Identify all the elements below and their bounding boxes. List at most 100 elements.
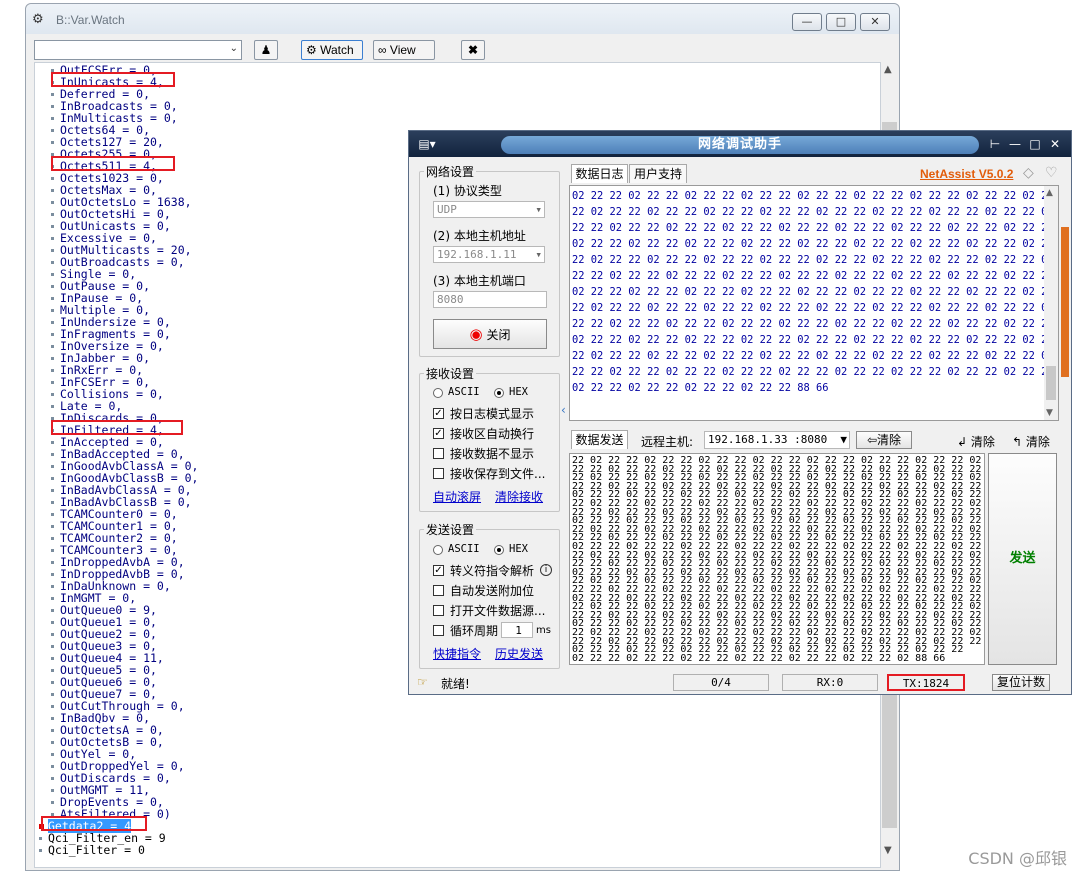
highlight-octets511	[51, 156, 175, 171]
scroll-up-icon[interactable]: ▲	[1046, 188, 1053, 198]
view-button[interactable]: ∞ View	[373, 40, 435, 60]
remote-host-label: 远程主机:	[641, 435, 694, 449]
clear-tx-button[interactable]: ↲ 清除	[957, 433, 995, 450]
maximize-button[interactable]: □	[826, 13, 856, 31]
minimize-button[interactable]: —	[792, 13, 822, 31]
receive-row: 22 22 02 22 22 02 22 22 02 22 22 02 22 2…	[572, 222, 1054, 234]
scroll-down-icon[interactable]: ▼	[1046, 408, 1053, 418]
diamond-icon[interactable]: ◇	[1023, 165, 1034, 181]
delete-icon[interactable]: ✖	[461, 40, 485, 60]
send-opt4-checkbox[interactable]	[433, 625, 444, 636]
watch-button[interactable]: ⚙ Watch	[301, 40, 363, 60]
watch-icon: ⚙	[306, 43, 317, 57]
tree-node-icon	[51, 441, 54, 444]
host-value: 192.168.1.11	[437, 248, 517, 261]
tree-node-icon	[51, 465, 54, 468]
pin-icon[interactable]: ⊢	[987, 136, 1003, 152]
scroll-up-icon[interactable]: ▲	[884, 64, 892, 75]
recv-hex-radio[interactable]	[494, 388, 504, 398]
receive-scrollbar[interactable]: ▲ ▼	[1044, 186, 1058, 420]
remote-host-select[interactable]: 192.168.1.33 :8080 ▼	[704, 431, 850, 449]
recv-opt2-checkbox[interactable]: ✓	[433, 428, 444, 439]
close-button[interactable]: ✕	[1047, 136, 1063, 152]
port-input[interactable]: 8080	[433, 291, 547, 308]
receive-area[interactable]: 02 22 22 02 22 22 02 22 22 02 22 22 02 2…	[569, 185, 1059, 421]
tree-node-icon	[51, 741, 54, 744]
receive-row: 02 22 22 02 22 22 02 22 22 02 22 22 02 2…	[572, 190, 1054, 202]
tree-node-icon	[51, 309, 54, 312]
tree-node-icon	[51, 609, 54, 612]
protocol-select[interactable]: UDP ▾	[433, 201, 545, 218]
tree-node-icon	[51, 753, 54, 756]
send-area[interactable]: 22 02 22 22 02 22 22 02 22 22 02 22 22 0…	[569, 453, 985, 665]
send-ascii-label: ASCII	[448, 543, 480, 555]
recv-opt4-checkbox[interactable]	[433, 468, 444, 479]
send-opt3-checkbox[interactable]	[433, 605, 444, 616]
expression-combo[interactable]: ⌄	[34, 40, 242, 60]
send-button[interactable]: 发送	[988, 453, 1057, 665]
clear-remote-button[interactable]: ⇦清除	[856, 431, 912, 449]
close-connection-button[interactable]: ◉ 关闭	[433, 319, 547, 349]
watch-root-line[interactable]: Qci_Filter = 0	[39, 844, 145, 856]
chevron-down-icon: ▾	[535, 248, 542, 261]
send-opt1-checkbox[interactable]: ✓	[433, 565, 444, 576]
arrow-up-icon: ↰	[1012, 435, 1023, 449]
brand-version[interactable]: NetAssist V5.0.2	[920, 167, 1013, 181]
tree-node-icon	[51, 777, 54, 780]
tree-node-icon	[51, 189, 54, 192]
scroll-down-icon[interactable]: ▼	[884, 845, 892, 856]
netassist-window: ▤▾ 网络调试助手 ⊢ — □ ✕ 网络设置 (1) 协议类型 UDP ▾ (2)…	[408, 130, 1072, 695]
auto-scroll-link[interactable]: 自动滚屏	[433, 488, 481, 505]
tree-node-icon	[51, 801, 54, 804]
tree-node-icon	[51, 597, 54, 600]
maximize-button[interactable]: □	[1027, 136, 1043, 152]
tree-node-icon	[51, 513, 54, 516]
recv-opt3-checkbox[interactable]	[433, 448, 444, 459]
clear-rx-button[interactable]: ↰ 清除	[1012, 433, 1050, 450]
recv-ascii-radio[interactable]	[433, 388, 443, 398]
reset-count-button[interactable]: 复位计数	[992, 674, 1050, 691]
recv-opt2-label: 接收区自动换行	[450, 427, 535, 441]
receive-row: 22 02 22 22 02 22 22 02 22 22 02 22 22 0…	[572, 350, 1054, 362]
host-select[interactable]: 192.168.1.11 ▾	[433, 246, 545, 263]
splitter-bar	[1061, 227, 1069, 377]
tree-node-icon	[51, 237, 54, 240]
person-icon[interactable]: ♟	[254, 40, 278, 60]
history-send-link[interactable]: 历史发送	[495, 645, 543, 662]
tree-node-icon	[51, 477, 54, 480]
scrollbar-thumb[interactable]	[1046, 366, 1056, 400]
minimize-button[interactable]: —	[1007, 136, 1023, 152]
tree-node-icon	[51, 693, 54, 696]
recv-opt4-label: 接收保存到文件...	[450, 467, 546, 481]
chevron-down-icon[interactable]: ⌄	[230, 43, 238, 54]
quick-cmd-link[interactable]: 快捷指令	[433, 645, 481, 662]
bell-icon[interactable]: ♡	[1045, 165, 1058, 181]
clear-receive-link[interactable]: 清除接收	[495, 488, 543, 505]
send-ascii-radio[interactable]	[433, 545, 443, 555]
send-opt2-checkbox[interactable]	[433, 585, 444, 596]
chevron-down-icon: ▼	[840, 433, 847, 446]
status-count: 0/4	[673, 674, 769, 691]
tab-user-support[interactable]: 用户支持	[629, 164, 687, 183]
send-opt2-label: 自动发送附加位	[450, 584, 535, 598]
tab-data-log[interactable]: 数据日志	[571, 164, 628, 183]
receive-row: 02 22 22 02 22 22 02 22 22 02 22 22 02 2…	[572, 334, 1054, 346]
arrow-left-icon: ⇦	[866, 433, 878, 447]
recv-opt3-label: 接收数据不显示	[450, 447, 535, 461]
tree-node-icon	[51, 405, 54, 408]
period-input[interactable]: 1	[501, 622, 533, 638]
send-hex-radio[interactable]	[494, 545, 504, 555]
collapse-panel-icon[interactable]: ‹	[561, 403, 567, 433]
highlight-inunicasts	[51, 72, 175, 87]
info-icon[interactable]: i	[540, 564, 552, 576]
netassist-title: 网络调试助手	[501, 136, 979, 154]
protocol-value: UDP	[437, 203, 457, 216]
recv-opt1-checkbox[interactable]: ✓	[433, 408, 444, 419]
tree-node-icon	[51, 549, 54, 552]
send-opt3-label: 打开文件数据源...	[450, 604, 546, 618]
menu-icon[interactable]: ▤▾	[415, 136, 439, 152]
tree-node-icon	[51, 357, 54, 360]
receive-settings-title: 接收设置	[424, 365, 477, 382]
watch-label: Watch	[320, 43, 354, 57]
close-button[interactable]: ✕	[860, 13, 890, 31]
